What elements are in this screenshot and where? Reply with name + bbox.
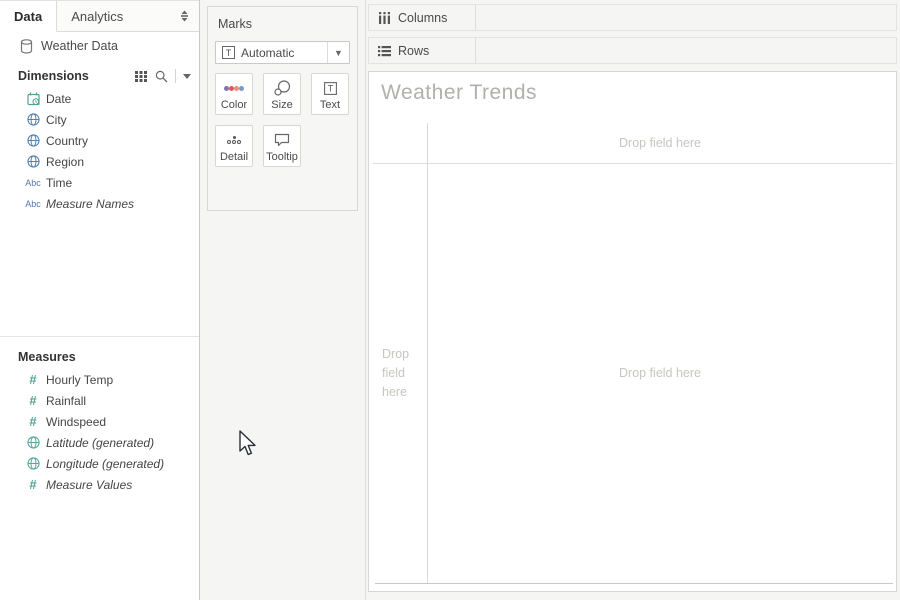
header-divider: [175, 69, 176, 83]
measures-section: Measures # Hourly Temp # Rainfall # Wind…: [0, 336, 199, 495]
number-icon: #: [20, 414, 46, 429]
dimensions-list: Date City: [0, 88, 199, 214]
text-mark-icon: T: [222, 46, 235, 59]
measures-list: # Hourly Temp # Rainfall # Windspeed: [0, 369, 199, 495]
field-time[interactable]: Abc Time: [0, 172, 199, 193]
view-data-grid-icon[interactable]: [135, 71, 148, 82]
data-pane: Data Analytics Weather Data Dimensions: [0, 0, 200, 600]
tooltip-bubble-icon: [274, 131, 290, 149]
field-latitude-generated[interactable]: Latitude (generated): [0, 432, 199, 453]
main-drop-zone[interactable]: Drop field here: [427, 163, 893, 583]
measures-header: Measures: [0, 345, 199, 369]
rows-label: Rows: [398, 44, 429, 58]
swap-panes-button[interactable]: [169, 1, 199, 32]
rows-icon: [378, 45, 391, 57]
data-pane-tabbar: Data Analytics: [0, 0, 199, 32]
abc-icon: Abc: [20, 178, 46, 188]
rows-drop-zone[interactable]: Drop field here: [373, 163, 427, 583]
number-icon: #: [20, 372, 46, 387]
columns-drop-zone[interactable]: Drop field here: [427, 123, 893, 163]
marks-panel: Marks T Automatic ▼ Color: [200, 0, 366, 600]
search-icon[interactable]: [155, 70, 168, 83]
field-rainfall[interactable]: # Rainfall: [0, 390, 199, 411]
rows-shelf[interactable]: Rows: [368, 37, 897, 64]
color-button[interactable]: Color: [215, 73, 253, 115]
tooltip-button[interactable]: Tooltip: [263, 125, 301, 167]
text-button[interactable]: T Text: [311, 73, 349, 115]
detail-button[interactable]: Detail: [215, 125, 253, 167]
columns-icon: [378, 12, 391, 24]
database-icon: [20, 39, 33, 54]
mark-type-dropdown[interactable]: T Automatic ▼: [215, 41, 350, 64]
dimensions-menu-caret-icon[interactable]: [183, 74, 191, 79]
sheet-title[interactable]: Weather Trends: [381, 81, 537, 105]
field-date[interactable]: Date: [0, 88, 199, 109]
globe-icon: [20, 113, 46, 126]
marks-buttons: Color Size T: [215, 73, 350, 167]
mark-type-value: Automatic: [241, 46, 327, 60]
field-hourly-temp[interactable]: # Hourly Temp: [0, 369, 199, 390]
marks-card: Marks T Automatic ▼ Color: [207, 6, 358, 211]
columns-label: Columns: [398, 11, 447, 25]
chevron-down-icon[interactable]: ▼: [327, 42, 349, 63]
marks-title: Marks: [208, 7, 357, 31]
field-windspeed[interactable]: # Windspeed: [0, 411, 199, 432]
datasource-label: Weather Data: [41, 39, 118, 53]
tab-data[interactable]: Data: [0, 1, 57, 32]
columns-shelf-header: Columns: [369, 5, 476, 30]
rows-shelf-header: Rows: [369, 38, 476, 63]
detail-dots-icon: [227, 131, 241, 149]
rows-field-area[interactable]: [476, 38, 896, 63]
tab-analytics[interactable]: Analytics: [57, 1, 169, 32]
svg-text:T: T: [327, 83, 333, 93]
globe-icon: [20, 457, 46, 470]
field-country[interactable]: Country: [0, 130, 199, 151]
field-region[interactable]: Region: [0, 151, 199, 172]
bottom-axis-line: [375, 583, 893, 584]
calendar-date-icon: [20, 92, 46, 106]
swap-vertical-icon: [180, 10, 189, 22]
field-city[interactable]: City: [0, 109, 199, 130]
globe-icon: [20, 155, 46, 168]
dimensions-header: Dimensions: [0, 64, 199, 88]
field-longitude-generated[interactable]: Longitude (generated): [0, 453, 199, 474]
tableau-workspace: Data Analytics Weather Data Dimensions: [0, 0, 900, 600]
color-dots-icon: [224, 79, 244, 97]
field-measure-values[interactable]: # Measure Values: [0, 474, 199, 495]
measures-title: Measures: [18, 350, 191, 364]
dimensions-title: Dimensions: [18, 69, 135, 83]
globe-icon: [20, 436, 46, 449]
datasource-weather-data[interactable]: Weather Data: [0, 32, 199, 60]
columns-field-area[interactable]: [476, 5, 896, 30]
field-measure-names[interactable]: Abc Measure Names: [0, 193, 199, 214]
size-button[interactable]: Size: [263, 73, 301, 115]
number-icon: #: [20, 393, 46, 408]
text-t-icon: T: [324, 79, 337, 97]
globe-icon: [20, 134, 46, 147]
size-circles-icon: [274, 79, 291, 97]
number-icon: #: [20, 477, 46, 492]
worksheet-canvas: Weather Trends Drop field here Drop fiel…: [368, 71, 897, 592]
columns-shelf[interactable]: Columns: [368, 4, 897, 31]
abc-icon: Abc: [20, 199, 46, 209]
